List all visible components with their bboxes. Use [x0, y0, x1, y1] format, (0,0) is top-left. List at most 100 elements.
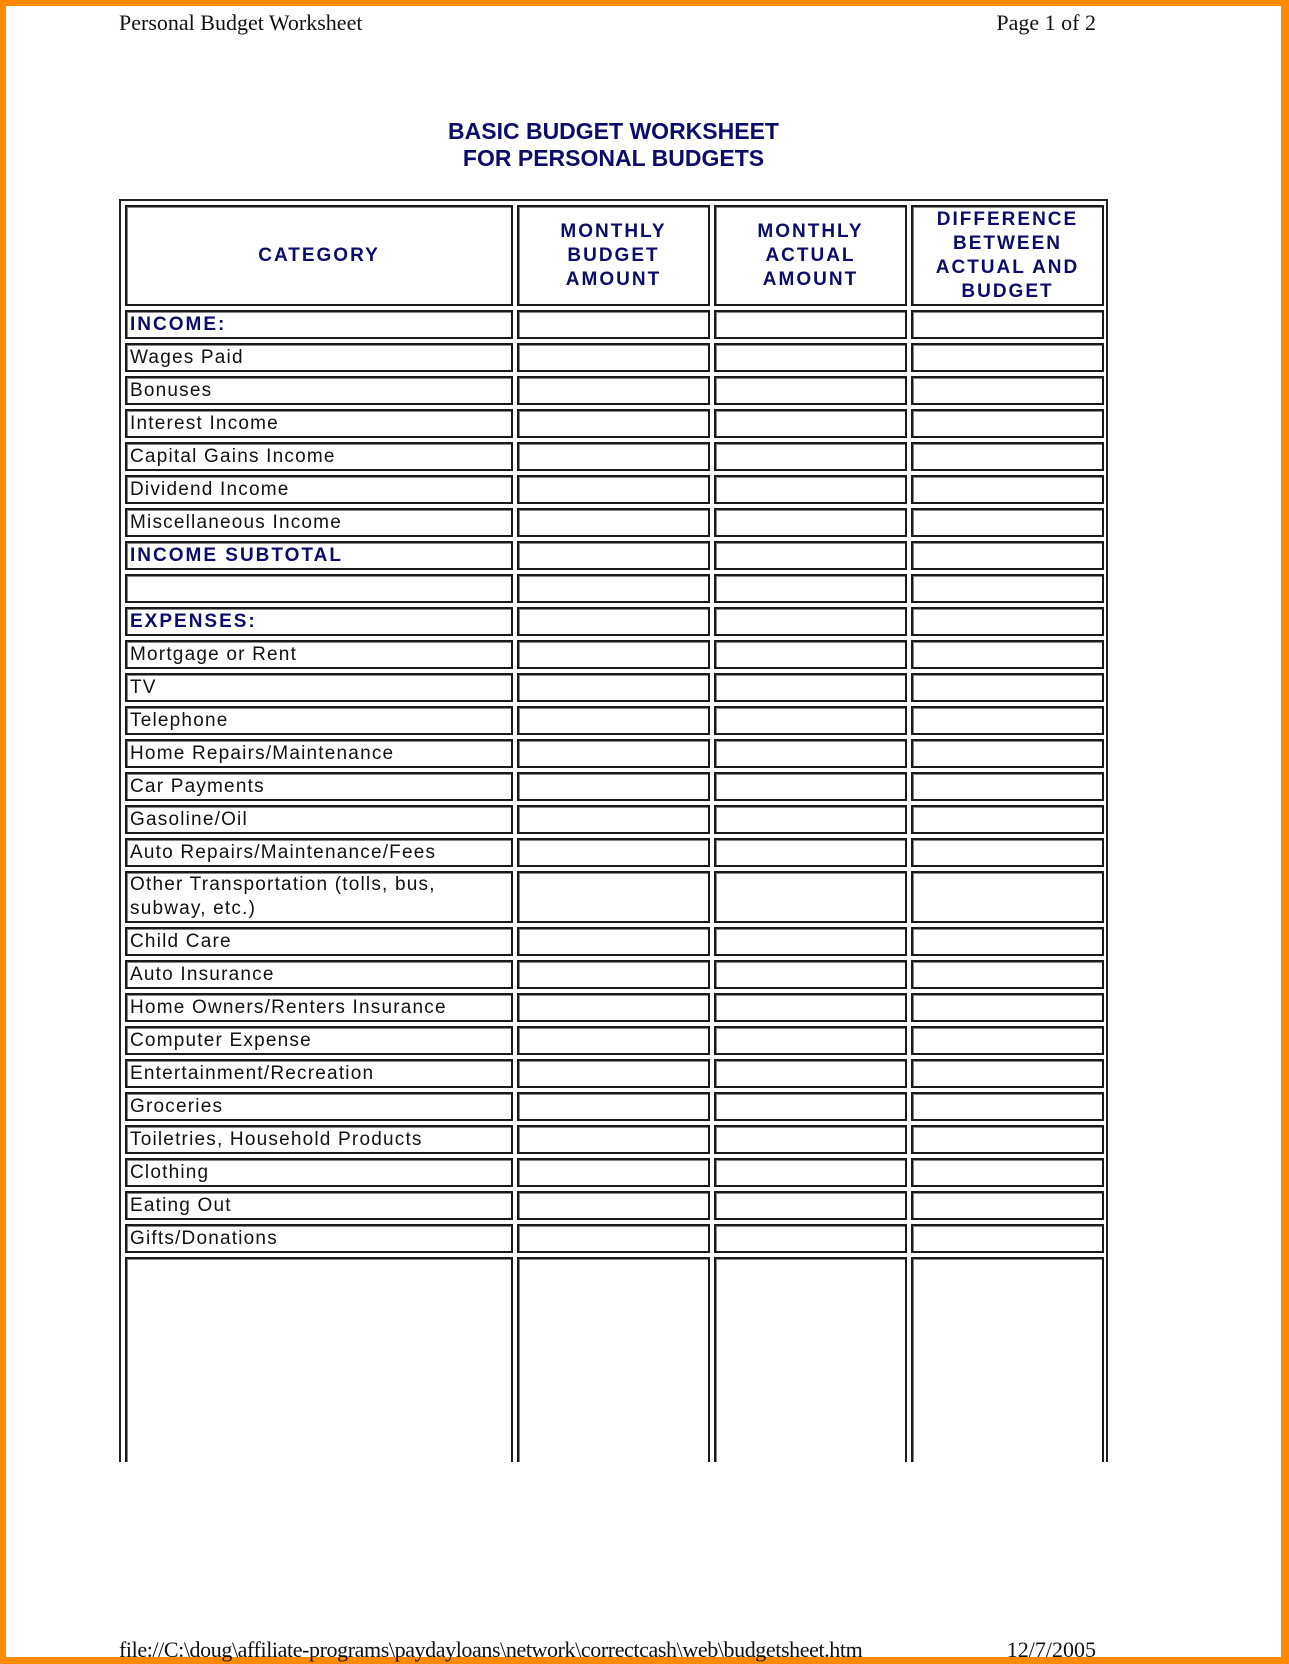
monthly-actual-cell[interactable]: [714, 1059, 907, 1088]
monthly-actual-cell[interactable]: [714, 927, 907, 956]
monthly-budget-cell[interactable]: [517, 960, 710, 989]
monthly-budget-cell[interactable]: [517, 1158, 710, 1187]
difference-cell[interactable]: [911, 927, 1104, 956]
difference-cell[interactable]: [911, 805, 1104, 834]
table-row: Interest Income: [125, 409, 1104, 438]
monthly-actual-cell[interactable]: [714, 960, 907, 989]
difference-cell[interactable]: [911, 871, 1104, 923]
difference-cell[interactable]: [911, 1257, 1104, 1462]
monthly-actual-cell[interactable]: [714, 409, 907, 438]
monthly-budget-cell[interactable]: [517, 871, 710, 923]
difference-cell[interactable]: [911, 310, 1104, 339]
monthly-budget-cell[interactable]: [517, 805, 710, 834]
monthly-budget-cell[interactable]: [517, 1257, 710, 1462]
monthly-budget-cell[interactable]: [517, 640, 710, 669]
monthly-budget-cell[interactable]: [517, 343, 710, 372]
monthly-budget-cell[interactable]: [517, 1059, 710, 1088]
monthly-actual-cell[interactable]: [714, 1158, 907, 1187]
difference-cell[interactable]: [911, 1026, 1104, 1055]
difference-cell[interactable]: [911, 508, 1104, 537]
monthly-budget-cell[interactable]: [517, 376, 710, 405]
difference-cell[interactable]: [911, 1125, 1104, 1154]
difference-cell[interactable]: [911, 574, 1104, 603]
difference-cell[interactable]: [911, 376, 1104, 405]
monthly-budget-cell[interactable]: [517, 706, 710, 735]
category-cell: Car Payments: [125, 772, 513, 801]
monthly-budget-cell[interactable]: [517, 607, 710, 636]
difference-cell[interactable]: [911, 1158, 1104, 1187]
monthly-actual-cell[interactable]: [714, 772, 907, 801]
category-cell: Wages Paid: [125, 343, 513, 372]
monthly-budget-cell[interactable]: [517, 409, 710, 438]
monthly-budget-cell[interactable]: [517, 508, 710, 537]
monthly-actual-cell[interactable]: [714, 673, 907, 702]
difference-cell[interactable]: [911, 838, 1104, 867]
monthly-budget-cell[interactable]: [517, 1224, 710, 1253]
difference-cell[interactable]: [911, 343, 1104, 372]
monthly-budget-cell[interactable]: [517, 1191, 710, 1220]
monthly-budget-cell[interactable]: [517, 838, 710, 867]
difference-cell[interactable]: [911, 607, 1104, 636]
difference-cell[interactable]: [911, 993, 1104, 1022]
difference-cell[interactable]: [911, 409, 1104, 438]
monthly-actual-cell[interactable]: [714, 706, 907, 735]
monthly-actual-cell[interactable]: [714, 574, 907, 603]
monthly-actual-cell[interactable]: [714, 442, 907, 471]
monthly-budget-cell[interactable]: [517, 574, 710, 603]
difference-cell[interactable]: [911, 541, 1104, 570]
monthly-actual-cell[interactable]: [714, 1125, 907, 1154]
monthly-budget-cell[interactable]: [517, 310, 710, 339]
category-cell: Eating Out: [125, 1191, 513, 1220]
difference-cell[interactable]: [911, 960, 1104, 989]
difference-cell[interactable]: [911, 442, 1104, 471]
monthly-actual-cell[interactable]: [714, 838, 907, 867]
monthly-actual-cell[interactable]: [714, 475, 907, 504]
difference-cell[interactable]: [911, 1191, 1104, 1220]
table-row: Wages Paid: [125, 343, 1104, 372]
monthly-actual-cell[interactable]: [714, 1224, 907, 1253]
monthly-actual-cell[interactable]: [714, 1092, 907, 1121]
monthly-actual-cell[interactable]: [714, 1257, 907, 1462]
monthly-actual-cell[interactable]: [714, 640, 907, 669]
monthly-budget-cell[interactable]: [517, 739, 710, 768]
difference-cell[interactable]: [911, 772, 1104, 801]
difference-cell[interactable]: [911, 1092, 1104, 1121]
monthly-budget-cell[interactable]: [517, 1125, 710, 1154]
difference-cell[interactable]: [911, 640, 1104, 669]
monthly-actual-cell[interactable]: [714, 343, 907, 372]
difference-cell[interactable]: [911, 1224, 1104, 1253]
table-row: Gifts/Donations: [125, 1224, 1104, 1253]
monthly-actual-cell[interactable]: [714, 871, 907, 923]
monthly-actual-cell[interactable]: [714, 310, 907, 339]
category-cell: Miscellaneous Income: [125, 508, 513, 537]
monthly-budget-cell[interactable]: [517, 442, 710, 471]
monthly-actual-cell[interactable]: [714, 508, 907, 537]
category-cell: [125, 574, 513, 603]
difference-cell[interactable]: [911, 475, 1104, 504]
monthly-budget-cell[interactable]: [517, 993, 710, 1022]
category-cell: Interest Income: [125, 409, 513, 438]
monthly-budget-cell[interactable]: [517, 1026, 710, 1055]
monthly-budget-cell[interactable]: [517, 927, 710, 956]
difference-cell[interactable]: [911, 739, 1104, 768]
monthly-actual-cell[interactable]: [714, 541, 907, 570]
table-row: Child Care: [125, 927, 1104, 956]
difference-cell[interactable]: [911, 706, 1104, 735]
category-cell: Groceries: [125, 1092, 513, 1121]
monthly-budget-cell[interactable]: [517, 1092, 710, 1121]
monthly-budget-cell[interactable]: [517, 541, 710, 570]
monthly-actual-cell[interactable]: [714, 1026, 907, 1055]
monthly-actual-cell[interactable]: [714, 993, 907, 1022]
monthly-actual-cell[interactable]: [714, 376, 907, 405]
table-row: Groceries: [125, 1092, 1104, 1121]
difference-cell[interactable]: [911, 673, 1104, 702]
monthly-budget-cell[interactable]: [517, 475, 710, 504]
difference-cell[interactable]: [911, 1059, 1104, 1088]
monthly-actual-cell[interactable]: [714, 739, 907, 768]
monthly-actual-cell[interactable]: [714, 805, 907, 834]
monthly-budget-cell[interactable]: [517, 772, 710, 801]
monthly-actual-cell[interactable]: [714, 607, 907, 636]
monthly-budget-cell[interactable]: [517, 673, 710, 702]
print-footer-file-path: file://C:\doug\affiliate-programs\payday…: [119, 1637, 863, 1662]
monthly-actual-cell[interactable]: [714, 1191, 907, 1220]
